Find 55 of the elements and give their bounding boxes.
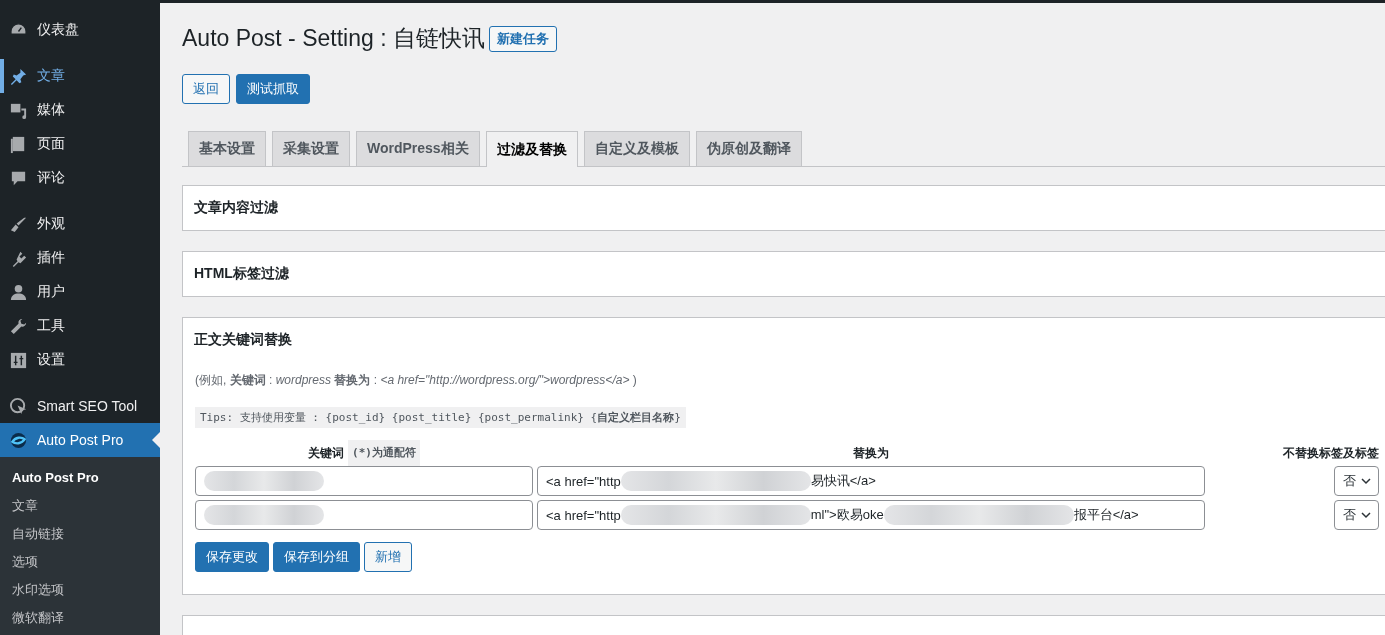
panel-title[interactable]: HTML标签过滤 (183, 252, 1385, 296)
action-button[interactable]: 保存到分组 (273, 542, 360, 572)
wildcard-note: (*)为通配符 (348, 440, 420, 466)
example-text: (例如, 关键词 : wordpress 替换为 : <a href="http://wordpress.org/">wordpress</a> ) (195, 372, 638, 389)
sidebar-menu-item[interactable]: 仪表盘 (0, 13, 160, 47)
submenu-item[interactable]: 微软翻译 (0, 604, 160, 632)
cursor-icon (9, 396, 28, 416)
new-task-button[interactable]: 新建任务 (488, 25, 557, 52)
sidebar-menu-item[interactable]: Smart SEO Tool (0, 389, 160, 423)
option-select[interactable]: 否 (1334, 500, 1379, 530)
action-button[interactable]: 返回 (182, 74, 230, 104)
settings-tab[interactable]: 过滤及替换 (485, 131, 578, 167)
tips-text: Tips: 支持使用变量 : {post_id} {post_title} {post_permalink} {自定义栏目名称} (195, 407, 686, 428)
settings-tab[interactable]: 伪原创及翻译 (695, 131, 802, 166)
user-icon (9, 282, 28, 302)
submenu-item[interactable]: 文章 (0, 492, 160, 520)
sidebar-menu-item[interactable]: 插件 (0, 241, 160, 275)
chevron-down-icon (1360, 475, 1372, 487)
sidebar-menu-item[interactable]: 设置 (0, 343, 160, 377)
column-header: 替换为 (852, 445, 890, 462)
replacement-input[interactable]: <a href="http 易快讯</a> (537, 466, 1205, 496)
submenu-item[interactable]: 选项 (0, 548, 160, 576)
column-header: 不替换标签及标签 (1282, 445, 1379, 462)
submenu-item[interactable]: 水印选项 (0, 576, 160, 604)
option-select[interactable]: 否 (1334, 466, 1379, 496)
action-button[interactable]: 新增 (364, 542, 412, 572)
submenu-item[interactable]: Auto Post Pro (0, 464, 160, 492)
sidebar-menu-item[interactable]: 外观 (0, 207, 160, 241)
sliders-icon (9, 350, 28, 370)
page-title: Auto Post - Setting : 自链快讯 (182, 24, 485, 53)
sidebar-menu-item[interactable]: Auto Post Pro (0, 423, 160, 457)
settings-tab[interactable]: 基本设置 (188, 131, 266, 166)
chevron-down-icon (1360, 509, 1372, 521)
panel-title[interactable]: 文章内容过滤 (183, 186, 1385, 230)
sidebar-menu-item[interactable]: 工具 (0, 309, 160, 343)
keyword-input[interactable] (195, 500, 533, 530)
column-header: 关键词 (308, 445, 345, 462)
sidebar-menu-item[interactable]: 评论 (0, 161, 160, 195)
wrench-icon (9, 316, 28, 336)
sidebar-menu-item[interactable]: 页面 (0, 127, 160, 161)
current-pointer-icon (152, 432, 160, 448)
settings-tab[interactable]: 自定义及模板 (583, 131, 690, 166)
swirl-icon (9, 430, 28, 450)
keyword-input[interactable] (195, 466, 533, 496)
sidebar-menu-item[interactable]: 用户 (0, 275, 160, 309)
replacement-input[interactable]: <a href="http ml">欧易oke 报平台</a> (537, 500, 1205, 530)
panel-title[interactable]: 正文关键词替换 (183, 318, 1385, 362)
settings-tab[interactable]: 采集设置 (272, 131, 350, 166)
action-button[interactable]: 测试抓取 (236, 74, 310, 104)
sidebar-menu-item[interactable]: 媒体 (0, 93, 160, 127)
action-button[interactable]: 保存更改 (195, 542, 269, 572)
pin-icon (9, 66, 28, 86)
settings-tab[interactable]: WordPress相关 (356, 131, 480, 166)
sidebar-menu-item[interactable]: 文章 (0, 59, 160, 93)
submenu-item[interactable]: 自动链接 (0, 520, 160, 548)
